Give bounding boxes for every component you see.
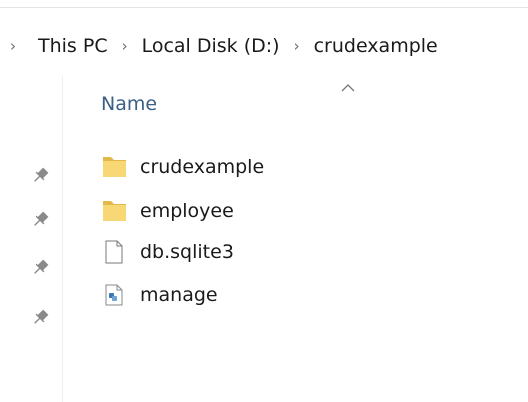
python-file-icon xyxy=(100,281,130,309)
pin-icon[interactable] xyxy=(30,258,50,278)
breadcrumb: › This PC › Local Disk (D:) › crudexampl… xyxy=(0,26,528,66)
breadcrumb-this-pc[interactable]: This PC xyxy=(38,33,108,59)
breadcrumb-separator-icon[interactable]: › xyxy=(118,38,132,54)
breadcrumb-separator-icon[interactable]: › xyxy=(6,38,20,54)
sort-ascending-icon xyxy=(340,82,356,94)
list-item-db-sqlite3[interactable]: db.sqlite3 xyxy=(100,238,234,266)
column-header-name[interactable]: Name xyxy=(101,93,157,115)
file-name: db.sqlite3 xyxy=(140,241,234,263)
list-item-crudexample[interactable]: crudexample xyxy=(100,153,264,181)
file-name: employee xyxy=(140,200,234,222)
pin-icon[interactable] xyxy=(30,210,50,230)
breadcrumb-local-disk[interactable]: Local Disk (D:) xyxy=(142,33,280,59)
breadcrumb-separator-icon[interactable]: › xyxy=(290,38,304,54)
file-name: manage xyxy=(140,284,218,306)
list-item-manage[interactable]: manage xyxy=(100,281,218,309)
pin-icon[interactable] xyxy=(30,308,50,328)
file-icon xyxy=(100,238,130,266)
folder-icon xyxy=(100,197,130,225)
top-border xyxy=(0,7,528,8)
list-item-employee[interactable]: employee xyxy=(100,197,234,225)
file-explorer-window: › This PC › Local Disk (D:) › crudexampl… xyxy=(0,0,528,402)
file-name: crudexample xyxy=(140,156,265,178)
navigation-pane-divider[interactable] xyxy=(62,76,63,402)
breadcrumb-crudexample[interactable]: crudexample xyxy=(314,33,438,59)
pin-icon[interactable] xyxy=(30,166,50,186)
folder-icon xyxy=(100,153,130,181)
